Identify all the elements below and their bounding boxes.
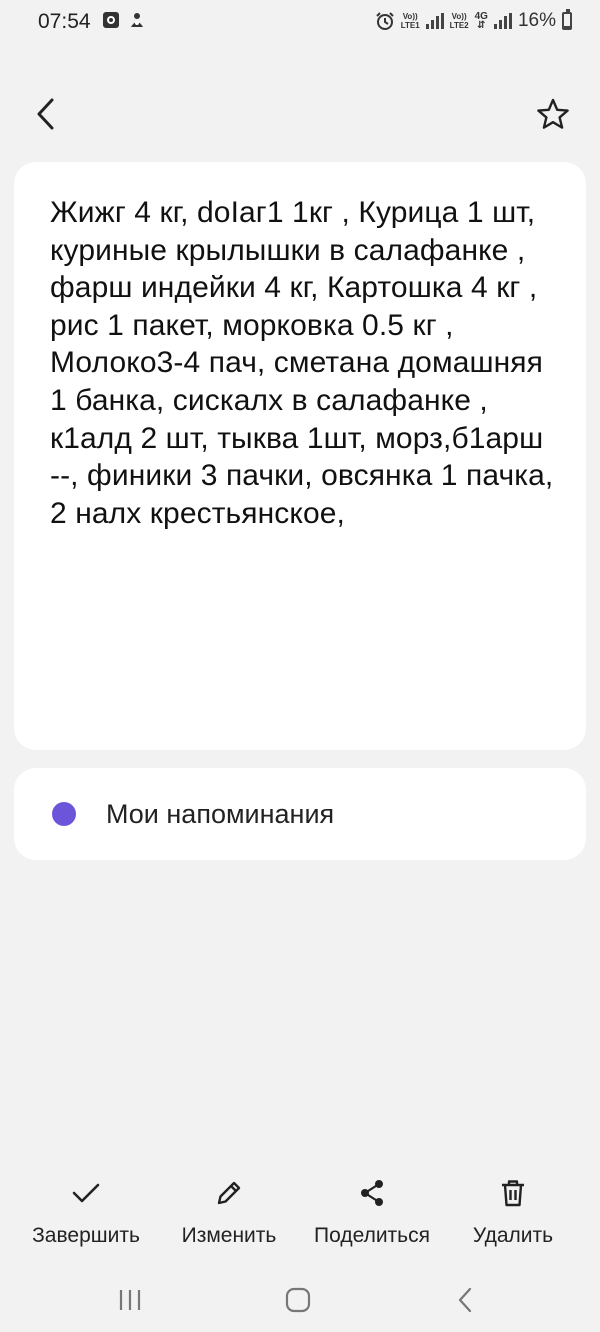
app-notification-icon bbox=[131, 13, 143, 27]
home-icon bbox=[285, 1287, 311, 1313]
complete-label: Завершить bbox=[32, 1224, 140, 1247]
status-right-icons: Vo)) LTE1 Vo)) LTE2 4G ⇵ 16% bbox=[375, 9, 572, 32]
system-back-button[interactable] bbox=[446, 1284, 486, 1316]
edit-label: Изменить bbox=[181, 1224, 277, 1247]
star-outline-icon bbox=[537, 98, 569, 129]
share-button[interactable]: Поделиться bbox=[310, 1176, 434, 1248]
sim2-volte-label: Vo)) LTE2 bbox=[449, 12, 469, 30]
chevron-left-icon bbox=[458, 1287, 472, 1313]
alarm-icon bbox=[375, 12, 394, 30]
trash-icon bbox=[502, 1180, 524, 1207]
reminder-list-color-dot bbox=[52, 802, 76, 826]
sim1-signal-icon bbox=[425, 13, 444, 29]
photo-notification-icon bbox=[103, 12, 119, 28]
home-button[interactable] bbox=[278, 1284, 318, 1316]
battery-icon bbox=[562, 9, 572, 30]
complete-button[interactable]: Завершить bbox=[30, 1176, 142, 1248]
network-type-label: 4G ⇵ bbox=[474, 11, 488, 31]
checkmark-icon bbox=[72, 1183, 100, 1203]
back-button[interactable] bbox=[26, 92, 66, 136]
reminder-list-selector[interactable]: Мои напоминания bbox=[14, 768, 586, 860]
reminder-list-label: Мои напоминания bbox=[106, 798, 335, 829]
delete-label: Удалить bbox=[472, 1224, 554, 1247]
recents-icon bbox=[119, 1290, 141, 1310]
pencil-icon bbox=[217, 1181, 241, 1205]
note-card[interactable]: Жижг 4 кг, doIаг1 1кг , Курица 1 шт, кур… bbox=[14, 162, 586, 750]
share-icon bbox=[361, 1180, 383, 1206]
system-nav-bar bbox=[0, 1270, 600, 1332]
favorite-button[interactable] bbox=[532, 94, 574, 136]
note-text[interactable]: Жижг 4 кг, doIаг1 1кг , Курица 1 шт, кур… bbox=[50, 194, 556, 532]
delete-button[interactable]: Удалить bbox=[468, 1176, 558, 1248]
status-left-icons bbox=[102, 11, 146, 29]
edit-button[interactable]: Изменить bbox=[178, 1176, 280, 1248]
status-bar: 07:54 Vo)) LTE1 Vo)) LTE2 4G ⇵ 16% bbox=[0, 0, 600, 46]
recents-button[interactable] bbox=[110, 1284, 150, 1316]
chevron-left-icon bbox=[37, 98, 54, 130]
sim1-volte-label: Vo)) LTE1 bbox=[400, 12, 420, 30]
action-bar: Завершить Изменить Поделиться Удалить bbox=[0, 1176, 600, 1256]
share-label: Поделиться bbox=[314, 1224, 430, 1247]
status-time: 07:54 bbox=[38, 10, 91, 33]
battery-percent: 16% bbox=[517, 10, 556, 31]
sim2-signal-icon bbox=[493, 13, 512, 29]
